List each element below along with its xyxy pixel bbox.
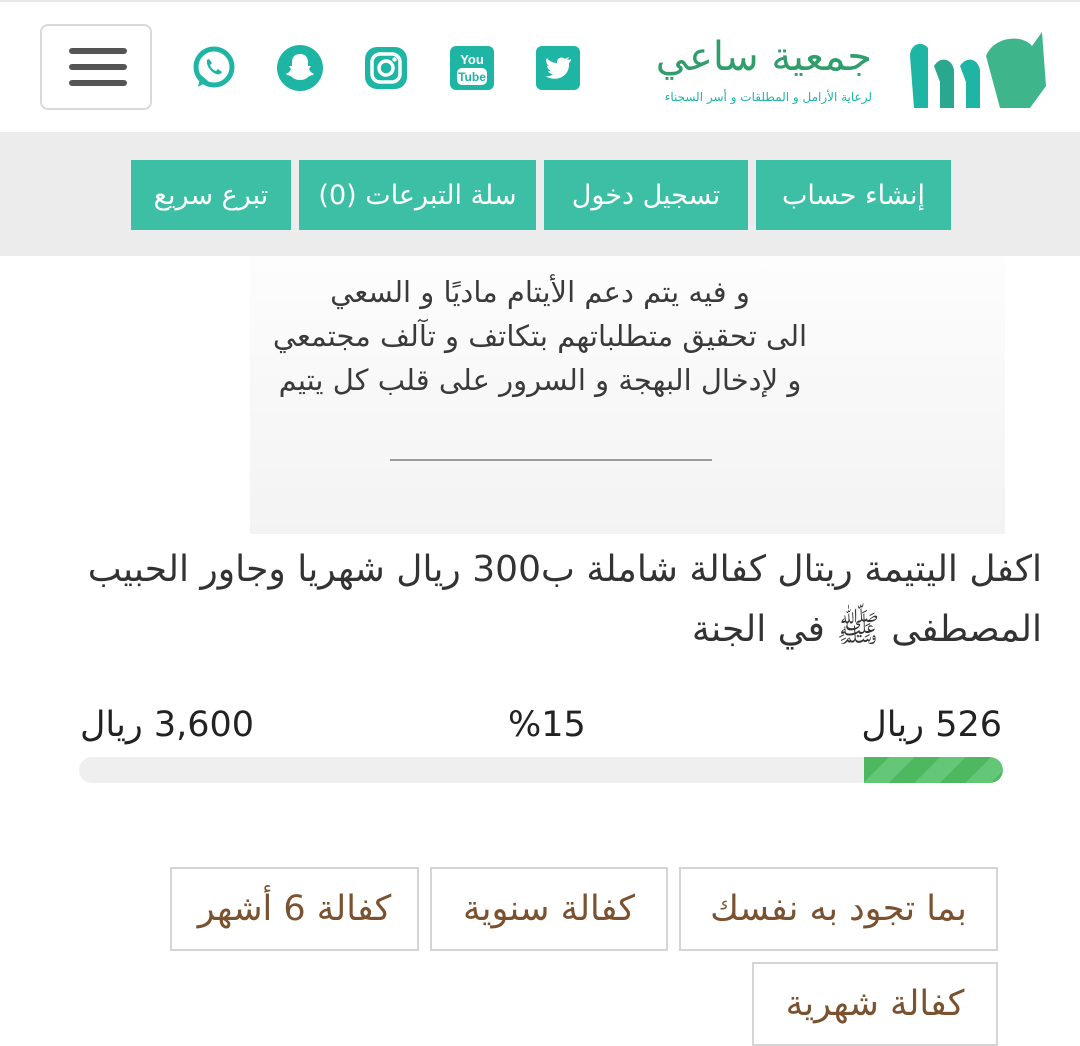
progress-percent: %15 (508, 705, 586, 745)
svg-text:Tube: Tube (458, 70, 486, 84)
account-nav: إنشاء حساب تسجيل دخول سلة التبرعات (0) ت… (0, 132, 1080, 256)
twitter-icon[interactable] (535, 45, 581, 91)
register-button[interactable]: إنشاء حساب (756, 160, 951, 230)
instagram-icon[interactable] (363, 45, 409, 91)
banner-line: و فيه يتم دعم الأيتام ماديًا و السعي (330, 275, 750, 309)
banner-line: الى تحقيق متطلباتهم بتكاتف و تآلف مجتمعي (272, 319, 808, 353)
site-logo[interactable]: جمعية ساعي لرعاية الأرامل و المطلقات و أ… (656, 24, 1052, 114)
banner-text: و فيه يتم دعم الأيتام ماديًا و السعي الى… (150, 270, 930, 402)
site-header: You Tube جمعية ساعي لرعاية الأرامل و الم… (0, 2, 1080, 132)
logo-mark (910, 32, 1046, 108)
banner-line: و لإدخال البهجة و السرور على قلب كل يتيم (278, 363, 802, 397)
banner-divider (390, 459, 712, 461)
hamburger-icon (69, 48, 127, 54)
whatsapp-icon[interactable] (191, 45, 237, 91)
amount-goal: 3,600 ريال (80, 705, 255, 745)
campaign-title: اكفل اليتيمة ريتال كفالة شاملة ب300 ريال… (87, 549, 1042, 650)
menu-button[interactable] (40, 24, 152, 110)
option-six-months[interactable]: كفالة 6 أشهر (170, 867, 419, 951)
campaign-banner: و فيه يتم دعم الأيتام ماديًا و السعي الى… (0, 256, 1080, 534)
amount-raised: 526 ريال (861, 705, 1002, 745)
login-button[interactable]: تسجيل دخول (544, 160, 748, 230)
donation-cart-button[interactable]: سلة التبرعات (0) (299, 160, 536, 230)
logo-subtitle: لرعاية الأرامل و المطلقات و أسر السجناء (664, 90, 872, 104)
snapchat-icon[interactable] (277, 45, 323, 91)
progress-bar (79, 757, 1003, 783)
option-free-amount[interactable]: بما تجود به نفسك (679, 867, 998, 951)
progress-fill (864, 757, 1003, 783)
option-yearly[interactable]: كفالة سنوية (430, 867, 668, 951)
option-monthly[interactable]: كفالة شهرية (752, 962, 998, 1046)
logo-name: جمعية ساعي (655, 34, 872, 80)
quick-donate-button[interactable]: تبرع سريع (131, 160, 291, 230)
youtube-icon[interactable]: You Tube (449, 45, 495, 91)
svg-text:You: You (460, 52, 484, 67)
